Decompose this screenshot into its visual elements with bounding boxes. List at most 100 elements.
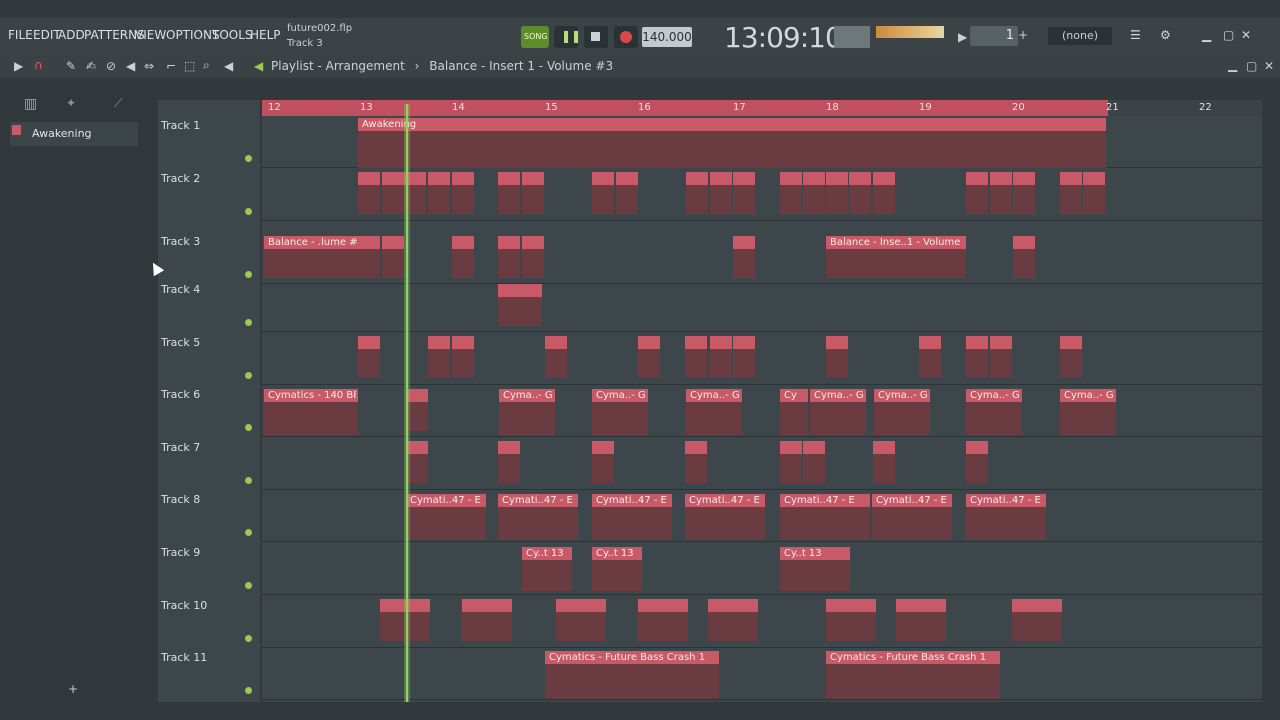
track-mute-icon[interactable] bbox=[245, 319, 252, 326]
channel-rack-icon[interactable]: ⚙ bbox=[1160, 28, 1171, 42]
record-button[interactable] bbox=[614, 26, 638, 48]
pattern-clip[interactable] bbox=[638, 336, 660, 378]
pattern-clip[interactable] bbox=[803, 172, 825, 214]
track-label-10[interactable]: Track 10 bbox=[161, 599, 207, 612]
pattern-clip[interactable] bbox=[638, 599, 688, 641]
tempo-display[interactable]: 140.000 bbox=[642, 27, 692, 47]
pattern-clip[interactable] bbox=[498, 441, 520, 483]
zoom-icon[interactable]: ⌕ bbox=[203, 58, 210, 73]
pattern-clip[interactable] bbox=[428, 172, 450, 214]
track-label-11[interactable]: Track 11 bbox=[161, 651, 207, 664]
snap-selector[interactable]: (none) bbox=[1048, 27, 1112, 45]
pattern-clip[interactable] bbox=[966, 336, 988, 378]
pattern-clip[interactable] bbox=[708, 599, 758, 641]
track-mute-icon[interactable] bbox=[245, 529, 252, 536]
minimize-icon[interactable]: ▁ bbox=[1202, 28, 1211, 42]
pattern-clip[interactable] bbox=[522, 172, 544, 214]
pattern-clip[interactable] bbox=[498, 284, 520, 326]
track-mute-icon[interactable] bbox=[245, 424, 252, 431]
pattern-clip[interactable] bbox=[520, 284, 542, 326]
delete-icon[interactable]: ⊘ bbox=[106, 59, 116, 73]
pattern-clip[interactable] bbox=[1060, 172, 1082, 214]
pattern-clip[interactable] bbox=[358, 172, 380, 214]
pattern-clip[interactable] bbox=[522, 236, 544, 278]
pattern-clip[interactable] bbox=[919, 336, 941, 378]
mute-icon[interactable]: ◀ bbox=[126, 59, 135, 73]
pattern-clip[interactable] bbox=[498, 236, 520, 278]
brush-icon[interactable]: ✍ bbox=[86, 59, 96, 73]
loop-region[interactable] bbox=[262, 100, 1108, 116]
pattern-clip[interactable] bbox=[966, 441, 988, 483]
pattern-clip[interactable] bbox=[592, 172, 614, 214]
playlist-maximize-icon[interactable]: ▢ bbox=[1246, 59, 1257, 73]
pattern-clip[interactable] bbox=[358, 336, 380, 378]
pattern-clip[interactable] bbox=[382, 172, 404, 214]
pattern-clip[interactable] bbox=[556, 599, 606, 641]
track-label-6[interactable]: Track 6 bbox=[161, 388, 200, 401]
menu-add[interactable]: ADD bbox=[58, 28, 85, 42]
pattern-clip[interactable] bbox=[1013, 172, 1035, 214]
pattern-clip[interactable] bbox=[710, 172, 732, 214]
slip-icon[interactable]: ⇔ bbox=[144, 59, 154, 73]
menu-view[interactable]: VIEW bbox=[135, 28, 166, 42]
track-label-3[interactable]: Track 3 bbox=[161, 235, 200, 248]
pattern-clip[interactable] bbox=[498, 172, 520, 214]
pattern-clip[interactable] bbox=[616, 172, 638, 214]
track-label-4[interactable]: Track 4 bbox=[161, 283, 200, 296]
menu-file[interactable]: FILE bbox=[8, 28, 33, 42]
pattern-clip[interactable] bbox=[990, 172, 1012, 214]
pattern-clip[interactable] bbox=[452, 172, 474, 214]
menu-edit[interactable]: EDIT bbox=[33, 28, 61, 42]
pattern-clip[interactable] bbox=[382, 236, 404, 278]
pattern-clip[interactable] bbox=[733, 336, 755, 378]
pattern-clip[interactable] bbox=[826, 336, 848, 378]
song-mode-button[interactable]: SONG bbox=[521, 26, 549, 48]
pattern-clip[interactable] bbox=[1012, 599, 1062, 641]
track-label-1[interactable]: Track 1 bbox=[161, 119, 200, 132]
pattern-clip[interactable] bbox=[966, 172, 988, 214]
track-label-8[interactable]: Track 8 bbox=[161, 493, 200, 506]
menu-tools[interactable]: TOOLS bbox=[212, 28, 253, 42]
pattern-clip[interactable] bbox=[358, 236, 380, 278]
pattern-clip[interactable] bbox=[710, 336, 732, 378]
play-arrow-icon[interactable]: ▶ bbox=[14, 59, 23, 73]
pattern-clip[interactable] bbox=[873, 441, 895, 483]
select-icon[interactable]: ⬚ bbox=[184, 59, 195, 73]
pattern-clip[interactable] bbox=[452, 336, 474, 378]
pattern-clip[interactable] bbox=[686, 172, 708, 214]
close-icon[interactable]: ✕ bbox=[1241, 28, 1251, 42]
pattern-clip[interactable] bbox=[1083, 172, 1105, 214]
track-mute-icon[interactable] bbox=[245, 582, 252, 589]
pattern-clip[interactable] bbox=[685, 336, 707, 378]
pattern-clip[interactable] bbox=[896, 599, 946, 641]
pattern-clip[interactable] bbox=[1060, 336, 1082, 378]
pattern-clip[interactable] bbox=[826, 172, 848, 214]
mixer-icon[interactable]: ☰ bbox=[1130, 28, 1141, 42]
audio-picker-icon[interactable]: ⟋ bbox=[114, 96, 122, 111]
pattern-clip[interactable] bbox=[685, 441, 707, 483]
slice-icon[interactable]: ⌐ bbox=[166, 59, 176, 73]
pattern-selector[interactable]: 1 bbox=[970, 26, 1018, 46]
maximize-icon[interactable]: ▢ bbox=[1223, 28, 1234, 42]
track-label-7[interactable]: Track 7 bbox=[161, 441, 200, 454]
track-mute-icon[interactable] bbox=[245, 635, 252, 642]
picker-icon[interactable]: ▥ bbox=[24, 96, 37, 112]
track-mute-icon[interactable] bbox=[245, 372, 252, 379]
track-mute-icon[interactable] bbox=[245, 208, 252, 215]
pattern-clip[interactable] bbox=[733, 172, 755, 214]
track-label-5[interactable]: Track 5 bbox=[161, 336, 200, 349]
pattern-picker-icon[interactable]: ✦ bbox=[66, 96, 76, 110]
track-mute-icon[interactable] bbox=[245, 155, 252, 162]
track-label-2[interactable]: Track 2 bbox=[161, 172, 200, 185]
pattern-clip[interactable] bbox=[452, 236, 474, 278]
pattern-clip[interactable] bbox=[1013, 236, 1035, 278]
pattern-clip[interactable] bbox=[873, 172, 895, 214]
track-mute-icon[interactable] bbox=[245, 271, 252, 278]
track-mute-icon[interactable] bbox=[245, 687, 252, 694]
track-mute-icon[interactable] bbox=[245, 477, 252, 484]
nav-arrow-icon[interactable]: ◀ bbox=[254, 59, 263, 73]
pattern-clip[interactable] bbox=[990, 336, 1012, 378]
pattern-clip[interactable] bbox=[462, 599, 512, 641]
pattern-clip[interactable] bbox=[780, 441, 802, 483]
stop-button[interactable] bbox=[584, 26, 608, 48]
